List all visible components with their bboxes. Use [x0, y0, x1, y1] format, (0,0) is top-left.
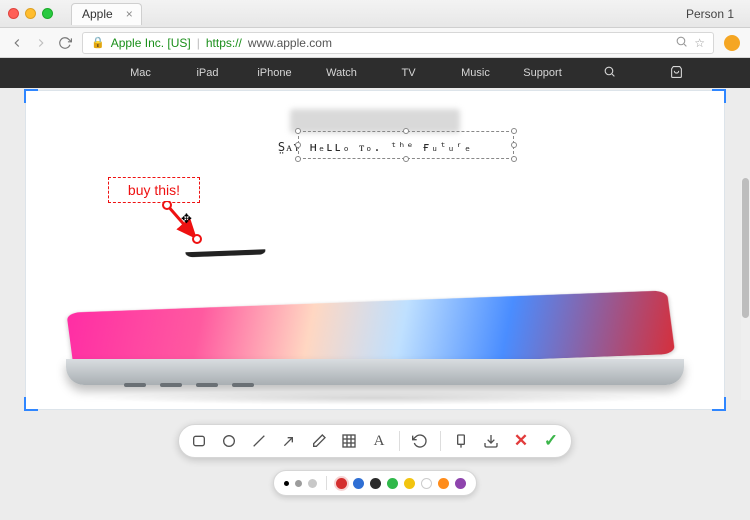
lock-icon: 🔒: [91, 36, 105, 49]
color-green[interactable]: [387, 478, 398, 489]
selection-handle-tr[interactable]: [712, 89, 726, 103]
nav-tv[interactable]: TV: [375, 67, 442, 79]
ellipse-tool-icon[interactable]: [219, 431, 239, 451]
text-handle-nw[interactable]: [295, 128, 301, 134]
nav-watch[interactable]: Watch: [308, 67, 375, 79]
search-icon[interactable]: [576, 65, 643, 81]
pin-icon[interactable]: [451, 431, 471, 451]
color-white[interactable]: [421, 478, 432, 489]
color-yellow[interactable]: [404, 478, 415, 489]
browser-window: Apple × Person 1 🔒 Apple Inc. [US] | htt…: [0, 0, 750, 520]
nav-music[interactable]: Music: [442, 67, 509, 79]
toolbar-separator: [399, 431, 400, 451]
back-button[interactable]: [10, 36, 24, 50]
text-handle-ne[interactable]: [511, 128, 517, 134]
undo-icon[interactable]: [410, 431, 430, 451]
move-cursor-icon: ✥: [181, 211, 192, 227]
nav-mac[interactable]: Mac: [107, 67, 174, 79]
confirm-icon[interactable]: ✓: [541, 431, 561, 451]
nav-ipad[interactable]: iPad: [174, 67, 241, 79]
bag-icon[interactable]: [643, 65, 710, 82]
browser-toolbar: 🔒 Apple Inc. [US] | https://www.apple.co…: [0, 28, 750, 58]
text-handle-n[interactable]: [403, 128, 409, 134]
annotation-text: buy this!: [128, 182, 180, 198]
window-titlebar: Apple × Person 1: [0, 0, 750, 28]
blurred-heading: [290, 109, 460, 133]
text-object-selection[interactable]: [298, 131, 514, 159]
url-scheme: https://: [206, 36, 242, 50]
vertical-scrollbar[interactable]: [741, 178, 750, 400]
reload-button[interactable]: [58, 36, 72, 50]
site-search-icon[interactable]: [675, 35, 688, 51]
text-handle-w[interactable]: [295, 142, 301, 148]
selection-handle-tl[interactable]: [24, 89, 38, 103]
color-black[interactable]: [370, 478, 381, 489]
stroke-large[interactable]: [308, 479, 317, 488]
text-handle-e[interactable]: [511, 142, 517, 148]
color-orange[interactable]: [438, 478, 449, 489]
profile-label[interactable]: Person 1: [686, 7, 742, 21]
color-palette: [273, 470, 477, 496]
ev-cert-label: Apple Inc. [US]: [111, 36, 191, 50]
nav-support[interactable]: Support: [509, 67, 576, 79]
color-blue[interactable]: [353, 478, 364, 489]
bookmark-star-icon[interactable]: ☆: [694, 36, 705, 50]
palette-separator: [326, 476, 327, 490]
cancel-icon[interactable]: ✕: [511, 431, 531, 451]
text-handle-sw[interactable]: [295, 156, 301, 162]
color-purple[interactable]: [455, 478, 466, 489]
nav-iphone[interactable]: iPhone: [241, 67, 308, 79]
forward-button[interactable]: [34, 36, 48, 50]
screenshot-toolbar: A ✕ ✓: [178, 424, 572, 458]
line-tool-icon[interactable]: [249, 431, 269, 451]
profile-avatar-icon[interactable]: [724, 35, 740, 51]
screenshot-selection[interactable]: S̤ᴀʏ ʜₑʟʟₒ ᴛₒ. ᵗʰᵉ ғᵤᵗᵤʳₑ buy this!: [25, 90, 725, 410]
page-content: S̤ᴀʏ ʜₑʟʟₒ ᴛₒ. ᵗʰᵉ ғᵤᵗᵤʳₑ buy this!: [0, 88, 750, 520]
text-tool-icon[interactable]: A: [369, 431, 389, 451]
pen-tool-icon[interactable]: [309, 431, 329, 451]
minimize-window-button[interactable]: [25, 8, 36, 19]
toolbar-separator: [440, 431, 441, 451]
scrollbar-thumb[interactable]: [742, 178, 749, 318]
tab-title: Apple: [82, 7, 113, 21]
site-nav: Mac iPad iPhone Watch TV Music Support: [0, 58, 750, 88]
selection-handle-bl[interactable]: [24, 397, 38, 411]
close-window-button[interactable]: [8, 8, 19, 19]
close-tab-icon[interactable]: ×: [126, 7, 133, 21]
blur-tool-icon[interactable]: [339, 431, 359, 451]
stroke-medium[interactable]: [295, 480, 302, 487]
maximize-window-button[interactable]: [42, 8, 53, 19]
address-bar[interactable]: 🔒 Apple Inc. [US] | https://www.apple.co…: [82, 32, 714, 54]
browser-tab[interactable]: Apple ×: [71, 3, 142, 25]
url-host: www.apple.com: [248, 36, 332, 50]
hero-phone-image: [66, 243, 684, 403]
rectangle-tool-icon[interactable]: [189, 431, 209, 451]
text-handle-s[interactable]: [403, 156, 409, 162]
color-red[interactable]: [336, 478, 347, 489]
download-icon[interactable]: [481, 431, 501, 451]
text-handle-se[interactable]: [511, 156, 517, 162]
annotation-text-box[interactable]: buy this!: [108, 177, 200, 203]
arrow-tool-icon[interactable]: [279, 431, 299, 451]
stroke-small[interactable]: [284, 481, 289, 486]
selection-handle-br[interactable]: [712, 397, 726, 411]
